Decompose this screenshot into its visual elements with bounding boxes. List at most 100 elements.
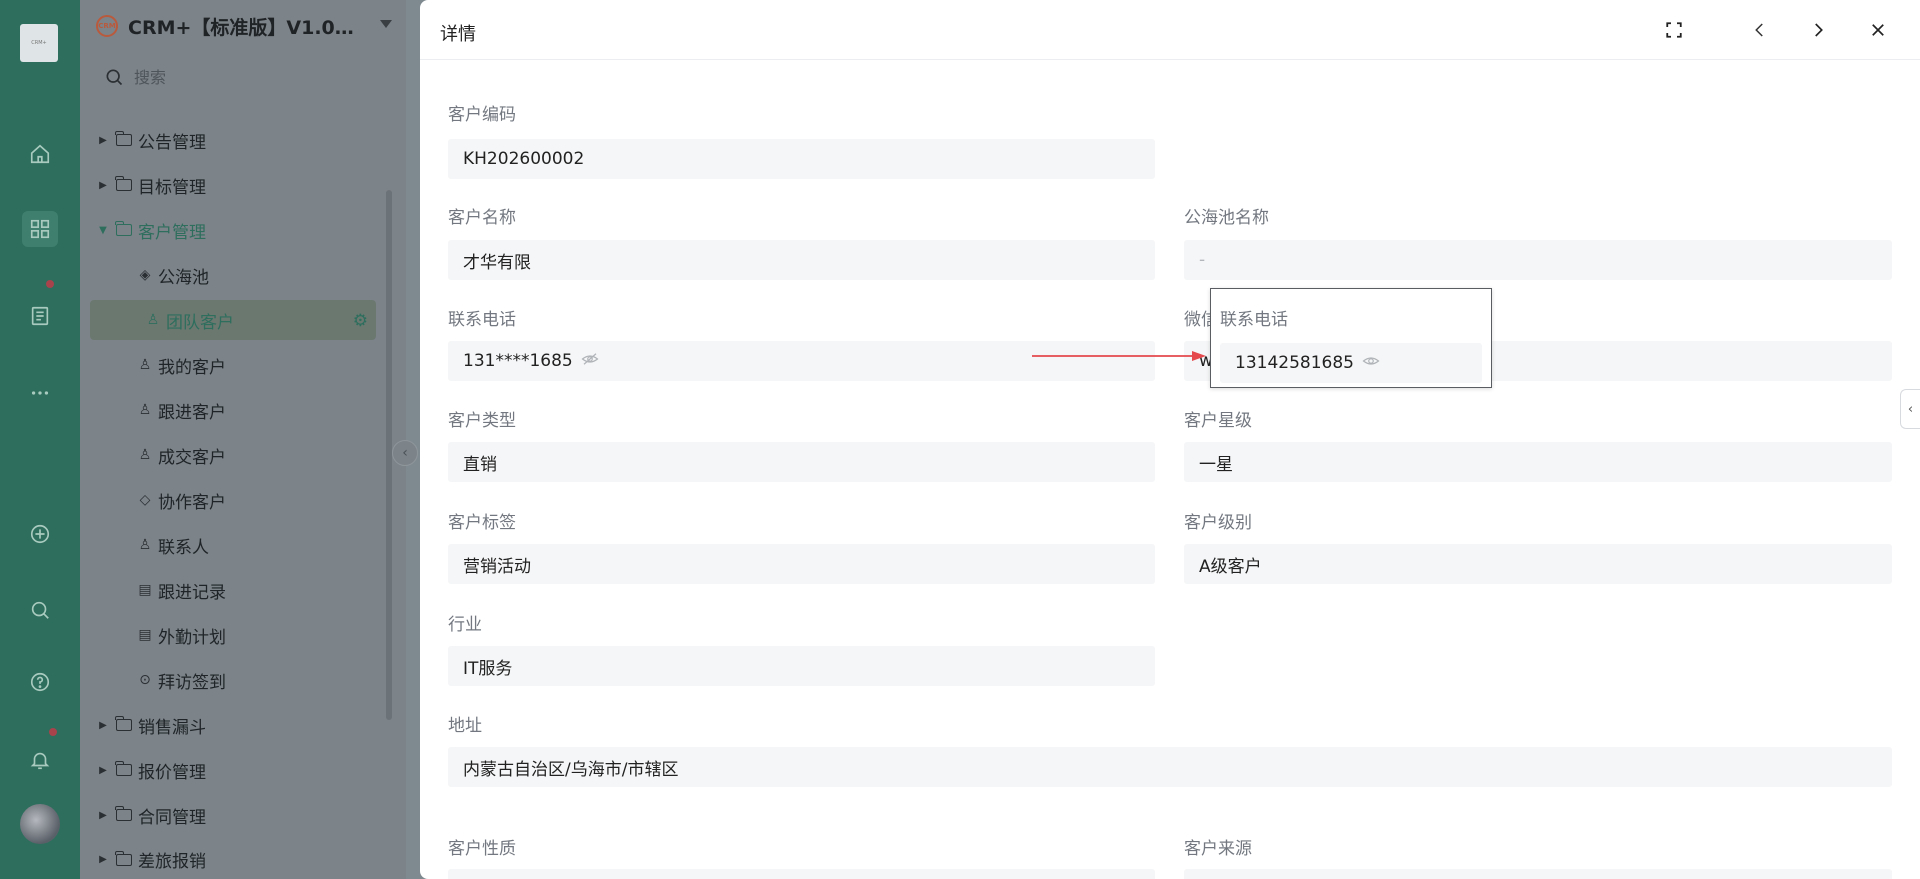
chevron-down-icon[interactable] — [380, 20, 392, 28]
customer-nature-label: 客户性质 — [448, 839, 516, 859]
phone-full-value: 13142581685 — [1235, 353, 1354, 373]
app-title: CRM+【标准版】V1.0… — [128, 16, 354, 39]
nav-group-travel[interactable]: ▶ 差旅报销 — [96, 840, 396, 879]
sidebar-scrollbar[interactable] — [386, 190, 392, 720]
eye-icon[interactable] — [1362, 354, 1380, 372]
pool-name-label: 公海池名称 — [1184, 208, 1269, 228]
nav-label: 外勤计划 — [158, 627, 226, 648]
nav-group-contract[interactable]: ▶ 合同管理 — [96, 795, 396, 835]
nav-label: 客户管理 — [138, 222, 206, 243]
detail-drawer: 详情 客户编码 KH202600002 客户名称 才华有限 公海池名称 - 联系… — [420, 0, 1920, 879]
bell-icon[interactable] — [22, 742, 58, 778]
team-icon: ♙ — [146, 312, 160, 328]
nav-item-follow-customer[interactable]: ♙ 跟进客户 — [96, 390, 396, 430]
contact-icon: ♙ — [138, 537, 152, 553]
gear-icon[interactable]: ⚙ — [353, 311, 368, 331]
nav-label: 我的客户 — [158, 357, 226, 378]
document-icon[interactable] — [22, 298, 58, 334]
customer-type-label: 客户类型 — [448, 411, 516, 431]
nav-item-contact[interactable]: ♙ 联系人 — [96, 525, 396, 565]
nav-group-sales-funnel[interactable]: ▶ 销售漏斗 — [96, 705, 396, 745]
phone-masked-value: 131****1685 — [463, 351, 573, 371]
customer-name-value: 才华有限 — [448, 240, 1155, 280]
sea-pool-icon: ◈ — [139, 267, 151, 283]
user-avatar[interactable] — [20, 804, 60, 844]
fullscreen-icon[interactable] — [1660, 16, 1688, 44]
nav-label: 跟进记录 — [158, 582, 226, 603]
nav-label: 报价管理 — [138, 762, 206, 783]
nav-label: 目标管理 — [138, 177, 206, 198]
close-icon[interactable] — [1864, 16, 1892, 44]
caret-right-icon: ▶ — [99, 179, 107, 191]
customer-level-label: 客户级别 — [1184, 513, 1252, 533]
search-icon — [106, 69, 123, 86]
nav-label: 跟进客户 — [158, 402, 226, 423]
search-icon[interactable] — [22, 592, 58, 628]
nav-label: 团队客户 — [166, 312, 234, 333]
nav-group-announcement[interactable]: ▶ 公告管理 — [96, 120, 396, 160]
help-icon[interactable] — [22, 664, 58, 700]
nav-item-my-customer[interactable]: ♙ 我的客户 — [96, 345, 396, 385]
customer-tag-label: 客户标签 — [448, 513, 516, 533]
previous-icon[interactable] — [1746, 16, 1774, 44]
nav-item-deal-customer[interactable]: ♙ 成交客户 — [96, 435, 396, 475]
customer-type-value: 直销 — [448, 442, 1155, 482]
more-icon[interactable] — [22, 375, 58, 411]
nav-label: 差旅报销 — [138, 852, 206, 872]
customer-level-value: A级客户 — [1184, 544, 1892, 584]
drawer-header: 详情 — [420, 0, 1920, 60]
add-circle-icon[interactable] — [22, 516, 58, 552]
home-icon[interactable] — [22, 136, 58, 172]
customer-tag-value: 营销活动 — [448, 544, 1155, 584]
caret-right-icon: ▶ — [99, 809, 107, 821]
industry-label: 行业 — [448, 615, 482, 635]
popup-phone-label: 联系电话 — [1220, 310, 1288, 330]
nav-group-target[interactable]: ▶ 目标管理 — [96, 165, 396, 205]
handshake-icon: ◇ — [139, 492, 151, 508]
folder-icon — [115, 716, 132, 731]
apps-grid-icon[interactable] — [22, 211, 58, 247]
customer-source-value — [1184, 869, 1892, 879]
nav-item-collab-customer[interactable]: ◇ 协作客户 — [96, 480, 396, 520]
customer-star-label: 客户星级 — [1184, 411, 1252, 431]
nav-label: 公告管理 — [138, 132, 206, 153]
record-icon: ▤ — [138, 582, 152, 598]
nav-label: 合同管理 — [138, 807, 206, 828]
customer-code-value: KH202600002 — [448, 139, 1155, 179]
nav-item-sea-pool[interactable]: ◈ 公海池 — [96, 255, 396, 295]
user-icon: ♙ — [138, 357, 152, 373]
search-input[interactable] — [134, 67, 374, 87]
bell-badge-dot — [49, 728, 57, 736]
app-logo: CRM+ — [20, 24, 58, 62]
next-icon[interactable] — [1804, 16, 1832, 44]
customer-source-label: 客户来源 — [1184, 839, 1252, 859]
nav-group-quote[interactable]: ▶ 报价管理 — [96, 750, 396, 790]
nav-item-visit-checkin[interactable]: ⊙ 拜访签到 — [96, 660, 396, 700]
phone-label: 联系电话 — [448, 310, 516, 330]
folder-icon — [115, 221, 132, 236]
collapse-sidebar-icon[interactable]: ‹ — [392, 440, 418, 466]
nav-label: 成交客户 — [158, 447, 226, 468]
folder-icon — [115, 850, 132, 866]
sidebar-search[interactable] — [104, 62, 384, 92]
deal-icon: ♙ — [138, 447, 152, 463]
nav-item-field-plan[interactable]: ▤ 外勤计划 — [96, 615, 396, 655]
nav-label: 联系人 — [158, 537, 209, 558]
eye-hidden-icon[interactable] — [581, 352, 599, 370]
notification-dot — [46, 280, 54, 288]
address-label: 地址 — [448, 716, 482, 736]
customer-nature-value — [448, 869, 1155, 879]
folder-icon — [115, 806, 132, 821]
drawer-title: 详情 — [440, 24, 476, 45]
nav-label: 销售漏斗 — [138, 717, 206, 738]
nav-label: 协作客户 — [158, 492, 226, 513]
nav-item-follow-record[interactable]: ▤ 跟进记录 — [96, 570, 396, 610]
nav-item-team-customer[interactable]: ♙ 团队客户 ⚙ — [90, 300, 376, 340]
folder-icon — [115, 176, 132, 191]
side-expand-icon[interactable]: ‹ — [1900, 389, 1920, 429]
app-header[interactable]: CRM CRM+【标准版】V1.0… — [96, 10, 396, 42]
caret-right-icon: ▶ — [99, 764, 107, 776]
address-value: 内蒙古自治区/乌海市/市辖区 — [448, 747, 1892, 787]
folder-icon — [115, 131, 132, 146]
nav-group-customer[interactable]: ▼ 客户管理 — [96, 210, 396, 250]
